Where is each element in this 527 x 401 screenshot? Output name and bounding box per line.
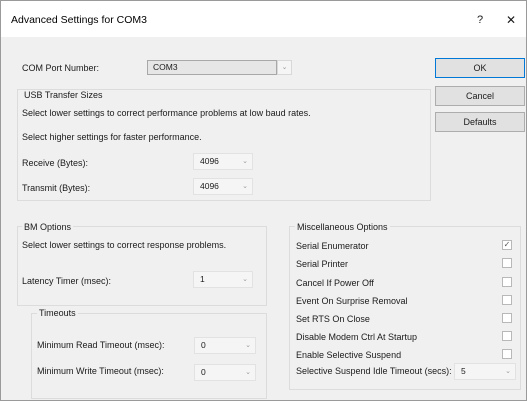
window-title: Advanced Settings for COM3 (11, 14, 147, 26)
read-timeout-value: 0 (201, 340, 206, 350)
latency-select[interactable]: 1 ⌄ (193, 271, 253, 288)
receive-label: Receive (Bytes): (22, 158, 89, 168)
transmit-label: Transmit (Bytes): (22, 183, 91, 193)
misc-label-selective-suspend: Enable Selective Suspend (296, 350, 402, 360)
rts-on-close-checkbox[interactable] (502, 313, 512, 323)
usb-transfer-title: USB Transfer Sizes (22, 90, 105, 100)
ok-button[interactable]: OK (435, 58, 525, 78)
timeouts-group (31, 313, 267, 399)
write-timeout-label: Minimum Write Timeout (msec): (37, 366, 164, 376)
suspend-timeout-value: 5 (461, 366, 466, 376)
receive-value: 4096 (200, 156, 219, 166)
defaults-button[interactable]: Defaults (435, 112, 525, 132)
misc-label-serial-printer: Serial Printer (296, 259, 349, 269)
misc-label-disable-modem-ctrl: Disable Modem Ctrl At Startup (296, 332, 418, 342)
latency-label: Latency Timer (msec): (22, 276, 112, 286)
read-timeout-select[interactable]: 0 ⌄ (194, 337, 256, 354)
chevron-down-icon[interactable]: ⌄ (277, 60, 292, 75)
advanced-settings-dialog: Advanced Settings for COM3 ? ✕ COM Port … (0, 0, 527, 401)
suspend-timeout-select[interactable]: 5 ⌄ (454, 363, 516, 380)
receive-select[interactable]: 4096 ⌄ (193, 153, 253, 170)
usb-line-1: Select lower settings to correct perform… (22, 108, 311, 118)
chevron-down-icon: ⌄ (245, 369, 251, 376)
latency-value: 1 (200, 274, 205, 284)
serial-printer-checkbox[interactable] (502, 258, 512, 268)
surprise-removal-checkbox[interactable] (502, 295, 512, 305)
chevron-down-icon: ⌄ (505, 368, 511, 375)
title-bar: Advanced Settings for COM3 ? ✕ (1, 1, 526, 37)
chevron-down-icon: ⌄ (242, 158, 248, 165)
read-timeout-label: Minimum Read Timeout (msec): (37, 340, 165, 350)
com-port-select[interactable]: COM3 (147, 60, 277, 75)
chevron-down-icon: ⌄ (245, 342, 251, 349)
misc-label-surprise-removal: Event On Surprise Removal (296, 296, 408, 306)
serial-enumerator-checkbox[interactable]: ✓ (502, 240, 512, 250)
com-port-label: COM Port Number: (22, 63, 100, 73)
chevron-down-icon: ⌄ (242, 183, 248, 190)
transmit-select[interactable]: 4096 ⌄ (193, 178, 253, 195)
write-timeout-select[interactable]: 0 ⌄ (194, 364, 256, 381)
disable-modem-ctrl-checkbox[interactable] (502, 331, 512, 341)
selective-suspend-checkbox[interactable] (502, 349, 512, 359)
misc-label-serial-enumerator: Serial Enumerator (296, 241, 369, 251)
suspend-timeout-label: Selective Suspend Idle Timeout (secs): (296, 366, 452, 376)
bm-options-group (17, 226, 267, 306)
bm-options-title: BM Options (22, 222, 74, 232)
transmit-value: 4096 (200, 181, 219, 191)
chevron-down-icon: ⌄ (242, 276, 248, 283)
bm-line-1: Select lower settings to correct respons… (22, 240, 227, 250)
misc-options-title: Miscellaneous Options (295, 222, 390, 232)
cancel-button[interactable]: Cancel (435, 86, 525, 106)
cancel-power-off-checkbox[interactable] (502, 277, 512, 287)
check-icon: ✓ (503, 240, 511, 249)
usb-line-2: Select higher settings for faster perfor… (22, 132, 202, 142)
timeouts-title: Timeouts (37, 308, 78, 318)
misc-label-rts-on-close: Set RTS On Close (296, 314, 370, 324)
write-timeout-value: 0 (201, 367, 206, 377)
close-button[interactable]: ✕ (499, 10, 523, 30)
misc-label-cancel-power-off: Cancel If Power Off (296, 278, 374, 288)
help-button[interactable]: ? (469, 10, 491, 30)
